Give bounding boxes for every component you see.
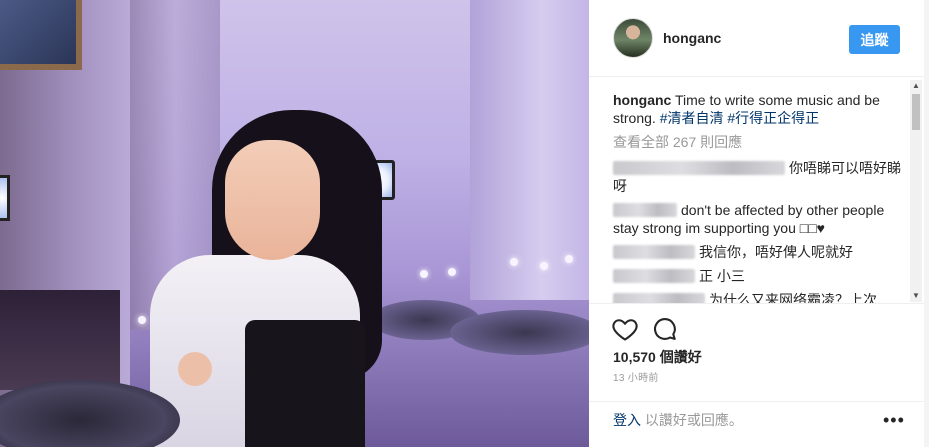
photo-light [420,270,428,278]
comment-text: 正 小三 [699,268,745,284]
photo-light [138,316,146,324]
comment-text: 我信你，唔好俾人呢就好 [699,244,853,260]
comments-list[interactable]: honganc Time to write some music and be … [589,78,924,303]
comment-username-blurred[interactable] [613,269,695,283]
comment-item: don't be affected by other people stay s… [613,201,903,237]
post-sidebar: honganc 追蹤 honganc Time to write some mu… [589,0,924,447]
comment-username-blurred[interactable] [613,293,705,303]
photo-woman-hand [178,352,212,386]
photo-light [448,268,456,276]
window-edge [924,0,929,447]
login-prompt-text: 以讚好或回應。 [644,412,743,428]
post-header: honganc 追蹤 [589,0,924,77]
photo-woman-face [225,140,320,260]
heart-icon[interactable] [611,315,639,343]
photo-lamp-left [0,175,10,221]
comment-username-blurred[interactable] [613,161,785,175]
comment-item: 为什么又来网络霸凌？上次 [613,291,903,303]
scroll-up-arrow-icon[interactable]: ▲ [910,80,922,92]
hashtag-link[interactable]: #行得正企得正 [727,110,819,126]
post-actions: 10,570 個讚好 13 小時前 [589,303,924,401]
photo-light [565,255,573,263]
username-link[interactable]: honganc [663,30,721,46]
post-photo[interactable] [0,0,589,447]
more-options-icon[interactable]: ••• [883,410,905,431]
view-all-comments-link[interactable]: 查看全部 267 則回應 [613,133,903,151]
login-prompt: 登入 以讚好或回應。 [613,410,743,430]
post-footer: 登入 以讚好或回應。 ••• [589,401,924,447]
hashtag-link[interactable]: #清者自清 [660,110,724,126]
comment-text: 为什么又来网络霸凌？上次 [709,292,877,303]
photo-chair [0,290,120,390]
avatar[interactable] [613,18,653,58]
post-timestamp: 13 小時前 [613,373,659,384]
scroll-thumb[interactable] [912,94,920,130]
photo-light [510,258,518,266]
likes-count[interactable]: 10,570 個讚好 [613,347,702,367]
caption: honganc Time to write some music and be … [613,91,903,127]
comments-scrollbar[interactable]: ▲ ▼ [910,80,922,302]
comment-username-blurred[interactable] [613,245,695,259]
photo-woman-dress [245,320,365,447]
photo-light [540,262,548,270]
comment-username-blurred[interactable] [613,203,677,217]
comment-item: 你唔睇可以唔好睇呀 [613,159,903,195]
comment-item: 正 小三 [613,267,903,285]
comment-bubble-icon[interactable] [651,315,679,343]
photo-window [0,0,82,70]
login-link[interactable]: 登入 [613,412,641,428]
caption-username[interactable]: honganc [613,92,671,108]
photo-table [450,310,589,355]
comment-item: 我信你，唔好俾人呢就好 [613,243,903,261]
follow-button[interactable]: 追蹤 [849,25,900,54]
scroll-down-arrow-icon[interactable]: ▼ [910,290,922,302]
